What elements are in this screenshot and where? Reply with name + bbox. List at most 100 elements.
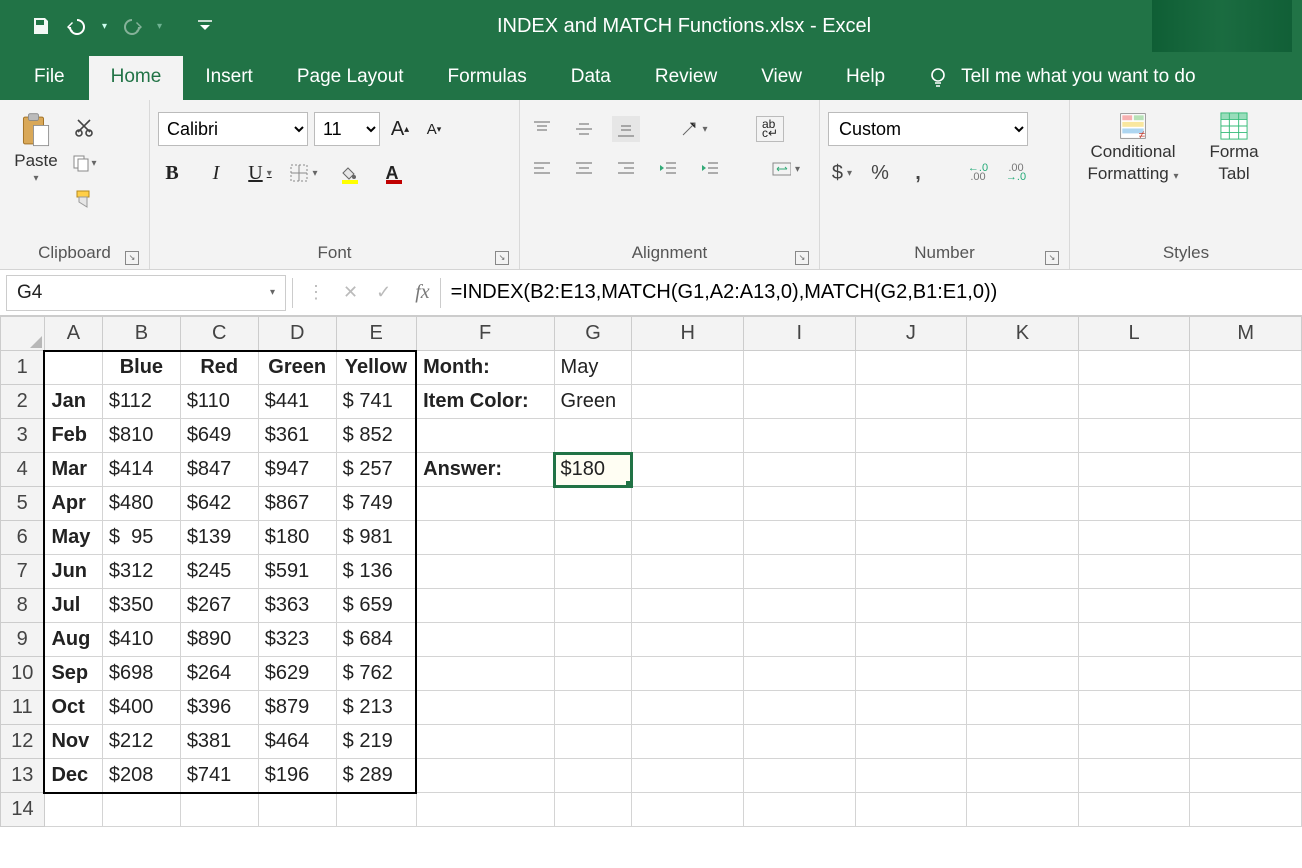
cell[interactable]: $264 <box>180 657 258 691</box>
cell[interactable] <box>1190 691 1302 725</box>
cell[interactable] <box>967 385 1079 419</box>
align-right-icon[interactable] <box>612 156 640 182</box>
cell[interactable] <box>44 351 102 385</box>
cell[interactable] <box>554 521 632 555</box>
fx-label[interactable]: fx <box>405 281 439 304</box>
cell[interactable]: $ 749 <box>336 487 416 521</box>
cell[interactable] <box>180 793 258 827</box>
cell[interactable]: $267 <box>180 589 258 623</box>
increase-decimal-icon[interactable]: ←.0.00 <box>964 160 992 186</box>
row-header[interactable]: 7 <box>1 555 45 589</box>
cell[interactable] <box>744 657 856 691</box>
row-header[interactable]: 1 <box>1 351 45 385</box>
cut-icon[interactable] <box>70 114 98 140</box>
cell[interactable] <box>1190 759 1302 793</box>
cell[interactable] <box>967 623 1079 657</box>
cell[interactable]: $110 <box>180 385 258 419</box>
cell[interactable] <box>554 725 632 759</box>
name-box-dropdown-icon[interactable]: ▾ <box>270 287 275 298</box>
accounting-format-button[interactable]: $ <box>828 160 856 186</box>
underline-button[interactable]: U <box>246 160 274 186</box>
cell[interactable] <box>967 419 1079 453</box>
cell[interactable] <box>632 623 744 657</box>
cell[interactable] <box>1078 691 1190 725</box>
cell[interactable]: Jan <box>44 385 102 419</box>
cell[interactable] <box>1190 453 1302 487</box>
cell[interactable]: $361 <box>258 419 336 453</box>
cell[interactable]: $245 <box>180 555 258 589</box>
cell[interactable] <box>554 657 632 691</box>
cell[interactable] <box>1078 487 1190 521</box>
font-size-select[interactable]: 11 <box>314 112 380 146</box>
increase-indent-icon[interactable] <box>696 156 724 182</box>
cell[interactable]: Oct <box>44 691 102 725</box>
row-header[interactable]: 2 <box>1 385 45 419</box>
cell[interactable] <box>416 419 554 453</box>
cell[interactable] <box>554 487 632 521</box>
cell[interactable] <box>744 589 856 623</box>
cell[interactable] <box>855 351 967 385</box>
save-icon[interactable] <box>30 15 52 37</box>
cell[interactable] <box>744 555 856 589</box>
cell[interactable] <box>967 521 1079 555</box>
cell[interactable] <box>967 793 1079 827</box>
row-header[interactable]: 6 <box>1 521 45 555</box>
cell[interactable]: $212 <box>102 725 180 759</box>
cell[interactable] <box>855 487 967 521</box>
increase-font-icon[interactable]: A▴ <box>386 116 414 142</box>
cell[interactable]: $847 <box>180 453 258 487</box>
cell[interactable]: Month: <box>416 351 554 385</box>
cell[interactable]: $414 <box>102 453 180 487</box>
col-header[interactable]: K <box>967 317 1079 351</box>
cell[interactable] <box>632 521 744 555</box>
row-header[interactable]: 12 <box>1 725 45 759</box>
row-header[interactable]: 3 <box>1 419 45 453</box>
orientation-icon[interactable] <box>680 116 708 142</box>
cell[interactable]: $363 <box>258 589 336 623</box>
cell[interactable] <box>1190 657 1302 691</box>
cell[interactable]: Dec <box>44 759 102 793</box>
col-header[interactable]: A <box>44 317 102 351</box>
cell[interactable] <box>967 759 1079 793</box>
cell[interactable] <box>1190 419 1302 453</box>
paste-button[interactable]: Paste ▾ <box>8 112 64 186</box>
cell[interactable] <box>1190 725 1302 759</box>
cell[interactable]: $ 213 <box>336 691 416 725</box>
cell[interactable] <box>554 759 632 793</box>
cell[interactable]: Yellow <box>336 351 416 385</box>
cell[interactable] <box>632 351 744 385</box>
align-center-icon[interactable] <box>570 156 598 182</box>
cell[interactable]: $180 <box>554 453 632 487</box>
cell[interactable] <box>632 555 744 589</box>
cell[interactable] <box>258 793 336 827</box>
cell[interactable] <box>632 657 744 691</box>
format-painter-icon[interactable] <box>70 186 98 212</box>
cell[interactable] <box>967 487 1079 521</box>
cell[interactable] <box>336 793 416 827</box>
cell[interactable]: $ 659 <box>336 589 416 623</box>
font-name-select[interactable]: Calibri <box>158 112 308 146</box>
cell[interactable] <box>554 691 632 725</box>
name-box[interactable]: G4 ▾ <box>6 275 286 311</box>
cell[interactable] <box>1078 419 1190 453</box>
cell[interactable] <box>855 589 967 623</box>
cell[interactable]: $698 <box>102 657 180 691</box>
cell[interactable] <box>554 419 632 453</box>
col-header[interactable]: C <box>180 317 258 351</box>
tab-view[interactable]: View <box>739 56 824 100</box>
cell[interactable]: Green <box>258 351 336 385</box>
cell[interactable]: $ 762 <box>336 657 416 691</box>
cell[interactable]: Sep <box>44 657 102 691</box>
cell[interactable] <box>744 351 856 385</box>
format-as-table-button[interactable]: Forma Tabl <box>1204 112 1264 186</box>
col-header[interactable]: L <box>1078 317 1190 351</box>
cell[interactable] <box>967 691 1079 725</box>
cell[interactable] <box>744 487 856 521</box>
cell[interactable]: $112 <box>102 385 180 419</box>
cell[interactable]: $396 <box>180 691 258 725</box>
cell[interactable]: Blue <box>102 351 180 385</box>
cell[interactable] <box>554 589 632 623</box>
row-header[interactable]: 13 <box>1 759 45 793</box>
fill-color-button[interactable] <box>334 160 362 186</box>
cell[interactable] <box>1078 657 1190 691</box>
